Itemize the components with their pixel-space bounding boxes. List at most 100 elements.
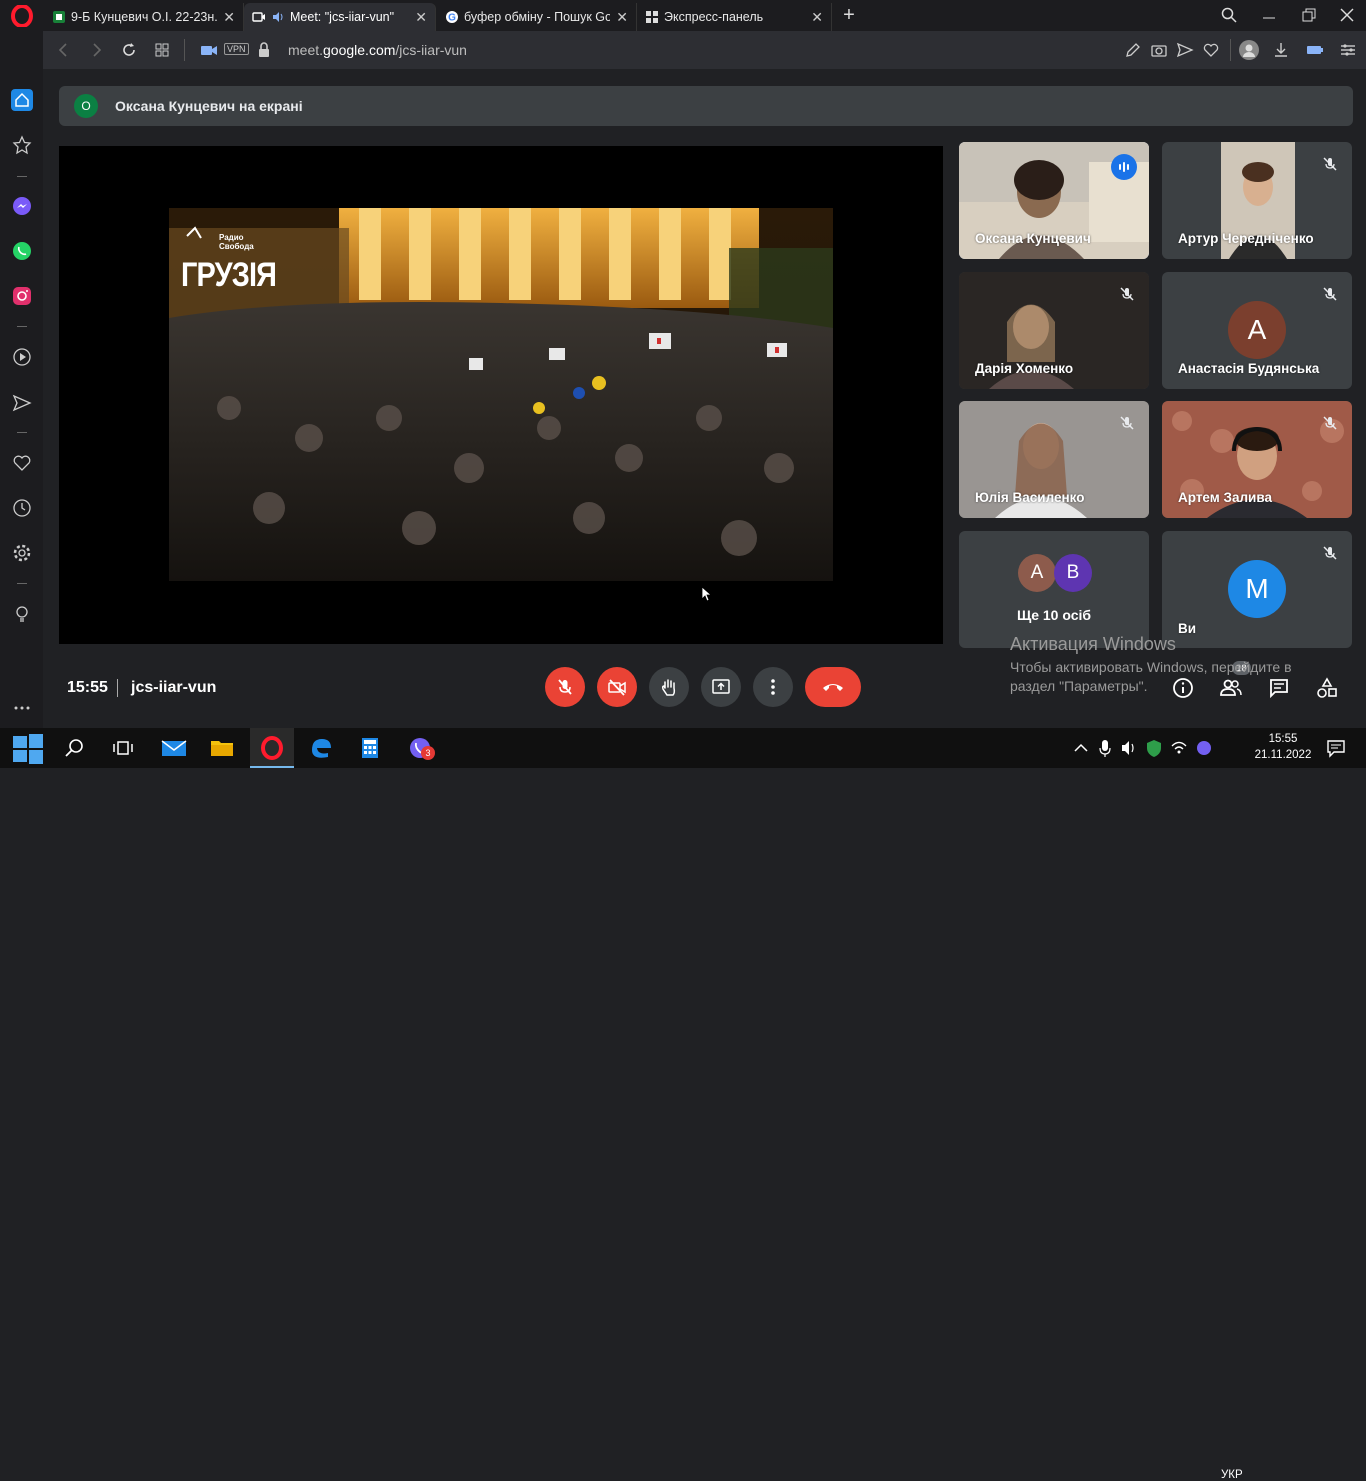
participant-tile-yuliia[interactable]: Юлія Василенко — [959, 401, 1149, 518]
search-icon — [1221, 7, 1237, 23]
present-screen-button[interactable] — [701, 667, 741, 707]
search-tabs-button[interactable] — [1209, 0, 1249, 30]
player-icon[interactable] — [12, 347, 32, 367]
meet-icon — [252, 12, 265, 22]
microphone-icon[interactable] — [1097, 736, 1113, 760]
leave-call-button[interactable] — [805, 667, 861, 707]
input-language[interactable]: УКР — [1221, 1469, 1243, 1481]
more-vert-icon — [771, 679, 775, 695]
participant-tile-anastasiia[interactable]: А Анастасія Будянська — [1162, 272, 1352, 389]
opera-logo-icon[interactable] — [11, 5, 33, 27]
notifications-icon[interactable] — [1326, 736, 1346, 760]
history-icon[interactable] — [12, 498, 32, 518]
radio-svoboda-logo: Радио Свобода — [219, 233, 254, 251]
mic-off-icon — [1323, 287, 1337, 301]
self-tile[interactable]: М Ви — [1162, 531, 1352, 648]
participant-tile-artem[interactable]: Артем Залива — [1162, 401, 1352, 518]
speaking-indicator — [1111, 154, 1137, 180]
battery-icon[interactable] — [1306, 41, 1324, 59]
close-window-button[interactable] — [1327, 0, 1366, 30]
whatsapp-icon[interactable] — [12, 241, 32, 261]
vpn-badge[interactable]: VPN — [224, 43, 249, 55]
mail-icon[interactable] — [161, 736, 187, 760]
more-participants-tile[interactable]: А В Ще 10 осіб — [959, 531, 1149, 648]
minimize-button[interactable] — [1249, 0, 1289, 30]
shield-icon[interactable] — [1145, 736, 1163, 760]
raise-hand-button[interactable] — [649, 667, 689, 707]
file-explorer-icon[interactable] — [210, 736, 234, 760]
toggle-camera-button[interactable] — [597, 667, 637, 707]
activities-icon[interactable] — [1316, 677, 1338, 699]
viber-taskbar-button[interactable]: 3 — [403, 728, 443, 768]
self-avatar: М — [1228, 560, 1286, 618]
tab-meet[interactable]: Meet: "jcs-iiar-vun" ✕ — [244, 3, 436, 31]
edge-icon[interactable] — [309, 736, 333, 760]
search-icon[interactable] — [63, 736, 87, 760]
edit-icon[interactable] — [1124, 41, 1142, 59]
close-tab-icon[interactable]: ✕ — [616, 9, 628, 26]
presentation-stage[interactable]: Радио Свобода ГРУЗІЯ — [59, 146, 943, 644]
lightbulb-icon[interactable] — [12, 604, 32, 624]
url-field[interactable]: meet.google.com/jcs-iiar-vun — [288, 42, 467, 58]
close-tab-icon[interactable]: ✕ — [223, 9, 235, 26]
google-icon: G — [446, 11, 458, 24]
chevron-up-icon[interactable] — [1072, 736, 1090, 760]
hand-icon — [661, 679, 676, 696]
task-view-icon[interactable] — [111, 736, 135, 760]
new-tab-button[interactable]: + — [838, 4, 860, 27]
reload-icon[interactable] — [120, 41, 138, 59]
home-button[interactable] — [11, 89, 33, 111]
volume-icon[interactable] — [1120, 736, 1138, 760]
bookmarks-heart-icon[interactable] — [12, 453, 32, 473]
instagram-icon[interactable] — [12, 286, 32, 306]
participant-tile-dariia[interactable]: Дарія Хоменко — [959, 272, 1149, 389]
star-icon[interactable] — [12, 135, 32, 155]
calculator-icon[interactable] — [358, 736, 382, 760]
participant-name: Анастасія Будянська — [1178, 361, 1320, 376]
camera-off-icon — [608, 679, 626, 696]
download-icon[interactable] — [1272, 41, 1290, 59]
send-icon[interactable] — [1176, 41, 1194, 59]
mic-off-icon — [1323, 546, 1337, 560]
opera-taskbar-button[interactable] — [250, 728, 294, 768]
easy-setup-icon[interactable] — [1339, 41, 1357, 59]
tab-class-journal[interactable]: 9-Б Кунцевич О.І. 22-23н.р ✕ — [44, 3, 244, 31]
snapshot-icon[interactable] — [1150, 41, 1168, 59]
document-icon — [53, 11, 65, 23]
divider — [117, 679, 118, 697]
participant-name: Артем Залива — [1178, 490, 1272, 505]
browser-tab-bar: 9-Б Кунцевич О.І. 22-23н.р ✕ Meet: "jcs-… — [0, 0, 1366, 31]
toggle-mic-button[interactable] — [545, 667, 585, 707]
close-tab-icon[interactable]: ✕ — [415, 9, 427, 26]
taskbar-clock[interactable]: 15:55 21.11.2022 — [1251, 731, 1315, 763]
camera-access-icon[interactable] — [200, 41, 218, 59]
viber-tray-icon[interactable] — [1195, 736, 1213, 760]
tab-speed-dial[interactable]: Экспресс-панель ✕ — [637, 3, 832, 31]
back-icon[interactable] — [55, 41, 73, 59]
tabs-grid-icon[interactable] — [153, 41, 171, 59]
address-bar: VPN meet.google.com/jcs-iiar-vun — [43, 31, 1366, 69]
opera-sidebar — [0, 31, 43, 728]
forward-icon[interactable] — [87, 41, 105, 59]
messenger-icon[interactable] — [12, 196, 32, 216]
settings-icon[interactable] — [12, 543, 32, 563]
heart-icon[interactable] — [1202, 41, 1220, 59]
more-icon[interactable] — [12, 698, 32, 718]
lock-icon[interactable] — [255, 41, 273, 59]
wifi-icon[interactable] — [1170, 736, 1188, 760]
more-options-button[interactable] — [753, 667, 793, 707]
hang-up-icon — [823, 684, 843, 691]
participant-name: Дарія Хоменко — [975, 361, 1074, 376]
participant-tile-oksana[interactable]: Оксана Кунцевич — [959, 142, 1149, 259]
windows-start-icon[interactable] — [13, 734, 43, 764]
close-icon — [1340, 8, 1354, 22]
restore-button[interactable] — [1289, 0, 1329, 30]
mouse-cursor-icon — [701, 586, 713, 602]
close-tab-icon[interactable]: ✕ — [811, 9, 823, 26]
send-flow-icon[interactable] — [12, 393, 32, 413]
tab-google-search[interactable]: G буфер обміну - Пошук Go ✕ — [437, 3, 637, 31]
video-title: ГРУЗІЯ — [181, 256, 277, 294]
speaker-icon[interactable] — [271, 10, 285, 24]
participant-tile-artur[interactable]: Артур Чередніченко — [1162, 142, 1352, 259]
profile-icon[interactable] — [1239, 40, 1259, 60]
